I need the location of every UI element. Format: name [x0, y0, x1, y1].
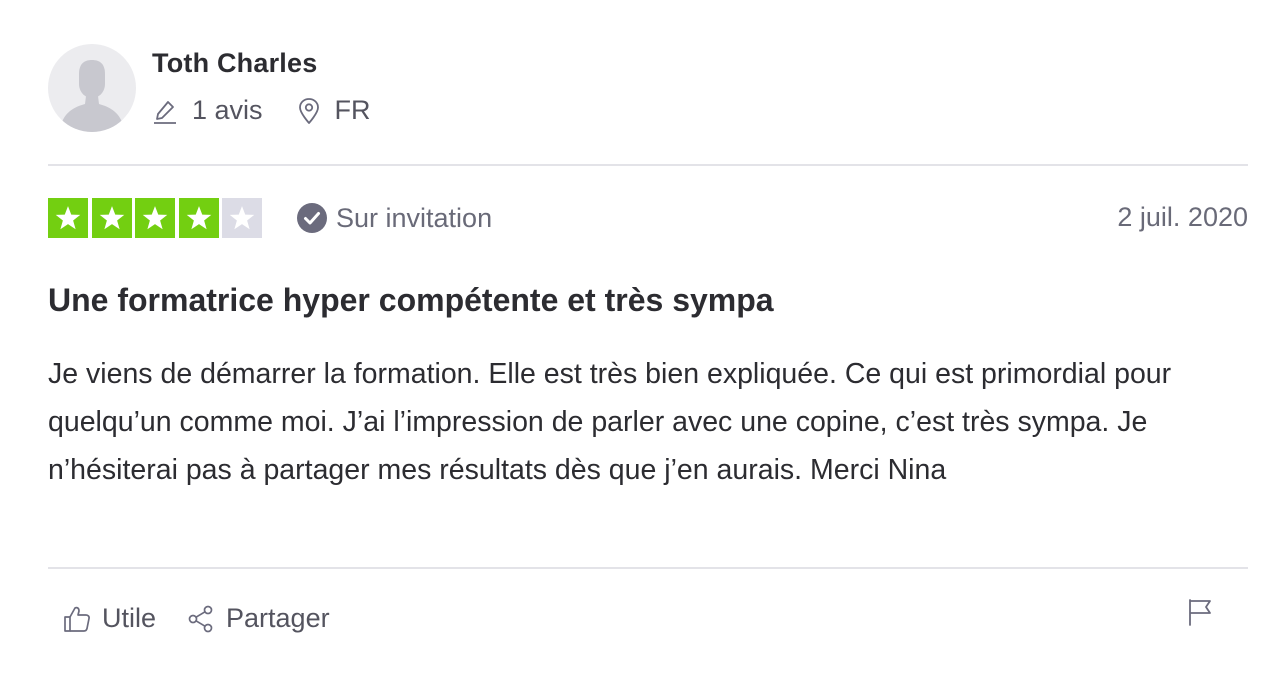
star-icon: [229, 206, 255, 230]
avatar[interactable]: [48, 44, 136, 132]
check-circle-icon: [297, 203, 327, 233]
consumer-location: FR: [297, 95, 371, 126]
star-icon: [99, 206, 124, 230]
report-button[interactable]: [1186, 597, 1214, 632]
pencil-icon: [154, 100, 176, 124]
consumer-meta: 1 avis FR: [152, 95, 371, 126]
share-label: Partager: [226, 603, 330, 633]
review-title[interactable]: Une formatrice hyper compétente et très …: [48, 282, 774, 319]
share-icon: [188, 605, 213, 632]
verification-badge[interactable]: Sur invitation: [296, 202, 492, 234]
share-button[interactable]: Partager: [186, 603, 330, 634]
star-icon: [55, 206, 81, 230]
reviews-count-label: 1 avis: [192, 95, 263, 125]
star-filled: [91, 198, 132, 238]
star-filled: [48, 198, 88, 238]
verification-label: Sur invitation: [336, 202, 493, 233]
star-empty: [222, 198, 262, 238]
divider: [48, 164, 1248, 166]
thumbs-up-icon: [64, 606, 90, 632]
location-pin-icon: [298, 97, 319, 124]
review-body: Je viens de démarrer la formation. Elle …: [48, 358, 1172, 486]
consumer-info: Toth Charles 1 avis FR: [152, 48, 371, 126]
star-filled: [135, 198, 175, 238]
review-actions: Utile Partager: [62, 603, 330, 634]
star-icon: [186, 206, 211, 230]
consumer-name[interactable]: Toth Charles: [152, 48, 371, 79]
consumer-header: Toth Charles 1 avis FR: [48, 44, 371, 134]
country-label: FR: [334, 95, 371, 125]
review-date: 2 juil. 2020: [1117, 202, 1248, 232]
divider: [48, 567, 1248, 569]
star-icon: [142, 206, 168, 230]
review-rating-row: Sur invitation 2 juil. 2020: [48, 198, 1248, 240]
useful-label: Utile: [102, 603, 157, 633]
flag-icon: [1189, 599, 1211, 626]
person-silhouette-icon: [62, 60, 122, 132]
star-rating: [48, 198, 266, 238]
star-filled: [178, 198, 219, 238]
useful-button[interactable]: Utile: [62, 603, 156, 634]
reviews-count: 1 avis: [152, 95, 263, 126]
